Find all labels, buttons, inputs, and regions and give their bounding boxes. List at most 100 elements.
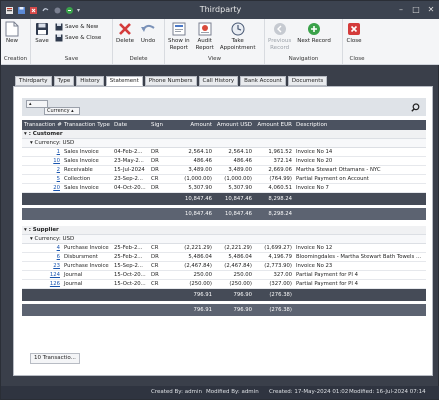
tab-thirdparty[interactable]: Thirdparty bbox=[15, 76, 52, 86]
table-row[interactable]: 1 Sales Invoice 04-Feb-2... DR 2,564.10 2,564… bbox=[22, 148, 426, 157]
transaction-link[interactable]: 10 bbox=[53, 158, 60, 164]
save-close-button[interactable]: Save & Close bbox=[55, 34, 101, 42]
tab-history[interactable]: History bbox=[76, 76, 104, 86]
column-header[interactable]: Date bbox=[112, 120, 149, 130]
tab-type[interactable]: Type bbox=[53, 76, 75, 86]
total-row: 10,847.46 10,847.46 8,298.24 bbox=[22, 208, 426, 220]
transaction-link[interactable]: 4 bbox=[57, 245, 60, 251]
take-appointment-button[interactable]: Take Appointment bbox=[217, 21, 259, 51]
tab-phone-numbers[interactable]: Phone Numbers bbox=[144, 76, 197, 86]
status-modified-by: Modified By: admin bbox=[206, 389, 259, 395]
table-row[interactable]: 4 Purchase Invoice 25-Feb-2... CR (2,221.29)… bbox=[22, 244, 426, 253]
next-plus-icon bbox=[308, 23, 321, 35]
tab-statement[interactable]: Statement bbox=[105, 76, 143, 86]
table-row[interactable]: 126 Journal 15-Oct-20... CR (250.00) (250.00)… bbox=[22, 280, 426, 289]
previous-record-button[interactable]: Previous Record bbox=[265, 21, 294, 51]
subgroup-row[interactable]: ▾ Currency: USD bbox=[22, 139, 426, 148]
total-cell: 796.90 bbox=[233, 307, 252, 313]
table-row[interactable]: 2 Receivable 15-Jul-2024 DR 3,489.00 3,489.00… bbox=[22, 166, 426, 175]
table-row[interactable]: 23 Purchase Invoice 15-Sep-2... CR (2,467.84… bbox=[22, 262, 426, 271]
transaction-link[interactable]: 6 bbox=[57, 254, 60, 260]
table-cell: Sales Invoice bbox=[64, 185, 99, 191]
tab-documents[interactable]: Documents bbox=[287, 76, 328, 86]
table-cell: 25-Feb-2... bbox=[114, 245, 143, 251]
table-cell: 2,669.06 bbox=[268, 167, 292, 173]
table-cell: Bloomingdales - Martha Stewart Bath Towe… bbox=[296, 254, 422, 260]
total-cell: 8,298.24 bbox=[268, 211, 292, 217]
group-row-label: : Supplier bbox=[28, 227, 59, 233]
new-button[interactable]: New bbox=[1, 21, 23, 45]
table-row[interactable]: 124 Journal 15-Oct-20... DR 250.00 250.00 327.… bbox=[22, 271, 426, 280]
group-chip-currency[interactable]: Currency ▴ bbox=[44, 107, 80, 115]
save-button[interactable]: Save bbox=[31, 21, 53, 45]
subgroup-row-label: Currency: USD bbox=[34, 236, 75, 242]
table-cell: (2,467.84) bbox=[224, 263, 252, 269]
table-row[interactable]: 5 Collection 23-Sep-2... CR (1,000.00) (1,000… bbox=[22, 175, 426, 184]
column-header[interactable]: Transaction Type bbox=[62, 120, 112, 130]
search-icon[interactable] bbox=[411, 103, 420, 112]
table-cell: 3,489.00 bbox=[188, 167, 212, 173]
show-in-report-button[interactable]: Show in Report bbox=[165, 21, 193, 51]
table-cell: 1,961.52 bbox=[268, 149, 292, 155]
transaction-link[interactable]: 5 bbox=[57, 176, 60, 182]
column-header[interactable]: Amount USD bbox=[214, 120, 254, 130]
subtotal-row: 796.91 796.90 (276.38) bbox=[22, 289, 426, 301]
delete-x-icon bbox=[119, 23, 131, 35]
tab-bank-account[interactable]: Bank Account bbox=[240, 76, 286, 86]
close-button[interactable]: Close bbox=[343, 21, 365, 45]
table-cell: DR bbox=[151, 149, 159, 155]
audit-report-icon bbox=[198, 22, 212, 36]
table-row[interactable]: 6 Disbursment 25-Feb-2... DR 5,486.04 5,486.0… bbox=[22, 253, 426, 262]
transaction-link[interactable]: 2 bbox=[57, 167, 60, 173]
table-cell: 20 bbox=[22, 184, 62, 192]
table-cell: Disbursment bbox=[64, 254, 98, 260]
table-cell: 5,307.90 bbox=[188, 185, 212, 191]
minimize-button[interactable]: – bbox=[394, 3, 408, 16]
title-bar: ▾ Thirdparty – □ ✕ bbox=[1, 1, 439, 19]
tab-call-history[interactable]: Call History bbox=[198, 76, 239, 86]
subtotal-cell: 796.91 bbox=[193, 292, 212, 298]
close-window-button[interactable]: ✕ bbox=[424, 3, 438, 16]
table-cell: Journal bbox=[64, 281, 83, 287]
group-by-panel: ▴ Currency ▴ bbox=[22, 98, 426, 116]
undo-button[interactable]: Undo bbox=[137, 21, 159, 45]
column-header[interactable]: Amount EUR bbox=[254, 120, 294, 130]
total-cell: 10,847.46 bbox=[225, 211, 252, 217]
table-cell: Invoice No 12 bbox=[296, 245, 333, 251]
table-cell: Receivable bbox=[64, 167, 93, 173]
table-cell: 372.14 bbox=[273, 158, 292, 164]
table-cell: (250.00) bbox=[189, 281, 212, 287]
transaction-link[interactable]: 20 bbox=[53, 185, 60, 191]
subgroup-row[interactable]: ▾ Currency: USD bbox=[22, 235, 426, 244]
subtotal-row: 10,847.46 10,847.46 8,298.24 bbox=[22, 193, 426, 205]
next-record-button[interactable]: Next Record bbox=[294, 21, 334, 45]
column-header[interactable]: Sign bbox=[149, 120, 174, 130]
table-cell: 250.00 bbox=[233, 272, 252, 278]
column-header[interactable]: Description bbox=[294, 120, 426, 130]
table-cell: Sales Invoice bbox=[64, 149, 99, 155]
subgroup-row-label: Currency: USD bbox=[34, 140, 75, 146]
total-cell: 10,847.46 bbox=[185, 211, 212, 217]
ribbon-group-view: Show in Report Audit Report Take Appoint… bbox=[165, 19, 265, 55]
column-header[interactable]: Transaction # bbox=[22, 120, 62, 130]
transaction-link[interactable]: 124 bbox=[50, 272, 60, 278]
group-row[interactable]: ▾ : Customer bbox=[22, 130, 426, 139]
table-cell: 04-Feb-2... bbox=[114, 149, 143, 155]
transaction-link[interactable]: 23 bbox=[53, 263, 60, 269]
table-cell: 23-Sep-2... bbox=[114, 176, 143, 182]
maximize-button[interactable]: □ bbox=[409, 3, 423, 16]
transaction-link[interactable]: 1 bbox=[57, 149, 60, 155]
table-cell: Partial Payment for PI 4 bbox=[296, 272, 358, 278]
delete-button[interactable]: Delete bbox=[113, 21, 137, 45]
ribbon-group-close: Close bbox=[343, 19, 371, 55]
column-header[interactable]: Amount bbox=[174, 120, 214, 130]
table-cell: 5,486.04 bbox=[188, 254, 212, 260]
save-new-button[interactable]: Save & New bbox=[55, 23, 101, 31]
transaction-link[interactable]: 126 bbox=[50, 281, 60, 287]
ribbon-group-navigation: Previous Record Next Record bbox=[265, 19, 343, 55]
table-row[interactable]: 20 Sales Invoice 04-Oct-20... DR 5,307.90 5,3… bbox=[22, 184, 426, 193]
group-row[interactable]: ▾ : Supplier bbox=[22, 226, 426, 235]
audit-report-button[interactable]: Audit Report bbox=[193, 21, 217, 51]
table-row[interactable]: 10 Sales Invoice 23-May-2... DR 486.46 486.46… bbox=[22, 157, 426, 166]
status-modified: Modified: 16-Jul-2024 07:14 bbox=[349, 389, 426, 395]
